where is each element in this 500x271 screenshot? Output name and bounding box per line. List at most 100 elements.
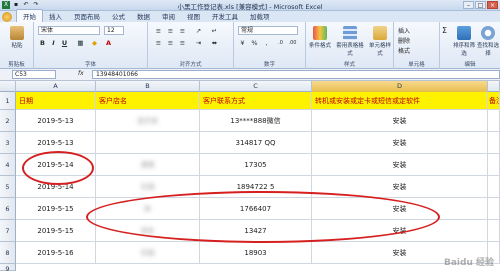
cell-task[interactable]: 安装 [312,132,488,154]
cell-date[interactable]: 2019-5-15 [16,220,96,242]
header-cell-task[interactable]: 转机或安装或定卡或短信或定软件 [312,92,488,110]
maximize-button[interactable]: □ [475,1,486,9]
row-header[interactable]: 8 [0,242,16,264]
tab-developer[interactable]: 开发工具 [206,10,244,22]
align-right-icon[interactable]: ≡ [178,39,187,48]
cell-task[interactable]: 安装 [312,176,488,198]
header-cell-store[interactable]: 客户店名 [96,92,200,110]
indent-icon[interactable]: ⇥ [194,39,203,48]
column-header-b[interactable]: B [96,81,200,92]
align-top-icon[interactable]: ≡ [154,27,163,36]
row-header[interactable]: 3 [0,132,16,154]
tab-home[interactable]: 开始 [16,9,43,22]
cell-task[interactable]: 安装 [312,198,488,220]
format-button[interactable]: 格式 [398,46,410,55]
font-name-select[interactable]: 宋体 [38,26,100,35]
cell-task[interactable]: 安装 [312,220,488,242]
tab-review[interactable]: 审阅 [156,10,181,22]
currency-icon[interactable]: ¥ [238,39,247,48]
cell-store[interactable]: 足疗床 [96,110,200,132]
name-box[interactable]: C53 [12,70,56,79]
cell-store[interactable] [96,132,200,154]
cell-contact[interactable]: 13427 [200,220,312,242]
tab-insert[interactable]: 插入 [43,10,68,22]
tab-view[interactable]: 视图 [181,10,206,22]
row-header[interactable]: 9 [0,264,16,271]
fx-icon[interactable]: fx [78,70,84,77]
cell-store[interactable]: 床 [96,198,200,220]
tab-data[interactable]: 数据 [131,10,156,22]
close-button[interactable]: × [487,1,498,9]
cell-date[interactable]: 2019-5-15 [16,198,96,220]
cell-contact[interactable]: 13****888微信 [200,110,312,132]
bold-button[interactable]: B [38,39,47,48]
align-center-icon[interactable]: ≡ [166,39,175,48]
column-header-d[interactable]: D [312,81,488,92]
header-cell-date[interactable]: 日期 [16,92,96,110]
row-header[interactable]: 1 [0,92,16,110]
sum-icon[interactable]: Σ [442,26,447,35]
table-format-button[interactable]: 套用表格格式 [336,26,364,57]
wrap-text-icon[interactable]: ↵ [210,27,219,36]
cell-notes[interactable] [488,220,500,242]
cell-task[interactable]: 安装 [312,110,488,132]
minimize-button[interactable]: – [463,1,474,9]
cell-notes[interactable] [488,198,500,220]
spreadsheet-grid[interactable]: A B C D 1 2 3 4 5 6 7 8 9 日期 客户店名 客户联系方式… [0,81,500,271]
cell-notes[interactable] [488,110,500,132]
header-cell-contact[interactable]: 客户联系方式 [200,92,312,110]
cell-style-button[interactable]: 单元格样式 [368,26,392,57]
tab-addins[interactable]: 加载项 [244,10,276,22]
align-bottom-icon[interactable]: ≡ [178,27,187,36]
align-middle-icon[interactable]: ≡ [166,27,175,36]
italic-button[interactable]: I [49,39,58,48]
row-header[interactable]: 4 [0,154,16,176]
select-all-corner[interactable] [0,81,16,92]
cell-notes[interactable] [488,132,500,154]
cell-store[interactable]: 乐园 [96,176,200,198]
cell-store[interactable]: 洗车 [96,220,200,242]
cell-contact[interactable]: 1766407 [200,198,312,220]
decrease-decimal-icon[interactable]: .00 [288,39,297,48]
cell-store[interactable]: 乐园 [96,242,200,264]
cell-task[interactable]: 安装 [312,154,488,176]
delete-button[interactable]: 删除 [398,36,410,45]
fill-color-icon[interactable]: ◆ [90,39,99,48]
cell-store[interactable]: 酒馆 [96,154,200,176]
font-color-icon[interactable]: A [104,39,113,48]
row-header[interactable]: 7 [0,220,16,242]
paste-button[interactable]: 粘贴 [5,26,29,49]
header-cell-notes[interactable]: 备注 [488,92,500,110]
formula-input[interactable]: 13948401066 [92,70,500,79]
number-format-select[interactable]: 常规 [238,26,298,35]
cell-notes[interactable] [488,176,500,198]
increase-decimal-icon[interactable]: .0 [276,39,285,48]
column-header-c[interactable]: C [200,81,312,92]
merge-center-icon[interactable]: ⬌ [210,39,219,48]
cell-date[interactable]: 2019-5-14 [16,176,96,198]
orientation-icon[interactable]: ↗ [194,27,203,36]
font-size-select[interactable]: 12 [104,26,124,35]
cell-date[interactable]: 2019-5-14 [16,154,96,176]
row-header[interactable]: 5 [0,176,16,198]
cell-date[interactable]: 2019-5-13 [16,110,96,132]
align-left-icon[interactable]: ≡ [154,39,163,48]
cell-notes[interactable] [488,154,500,176]
row-header[interactable]: 6 [0,198,16,220]
column-header-e[interactable] [488,81,500,92]
tab-formulas[interactable]: 公式 [106,10,131,22]
tab-page-layout[interactable]: 页面布局 [68,10,106,22]
sort-filter-button[interactable]: 排序和筛选 [452,26,476,57]
cell-contact[interactable]: 1894722 5 [200,176,312,198]
row-header[interactable]: 2 [0,110,16,132]
percent-icon[interactable]: % [250,39,259,48]
borders-icon[interactable]: ▦ [76,39,85,48]
cell-contact[interactable]: 18903 [200,242,312,264]
find-select-button[interactable]: 查找和选择 [476,26,500,57]
underline-button[interactable]: U [60,39,69,48]
column-header-a[interactable]: A [16,81,96,92]
comma-icon[interactable]: , [262,39,271,48]
cell-contact[interactable]: 314817 QQ [200,132,312,154]
conditional-format-button[interactable]: 条件格式 [308,26,332,49]
cell-date[interactable]: 2019-5-13 [16,132,96,154]
